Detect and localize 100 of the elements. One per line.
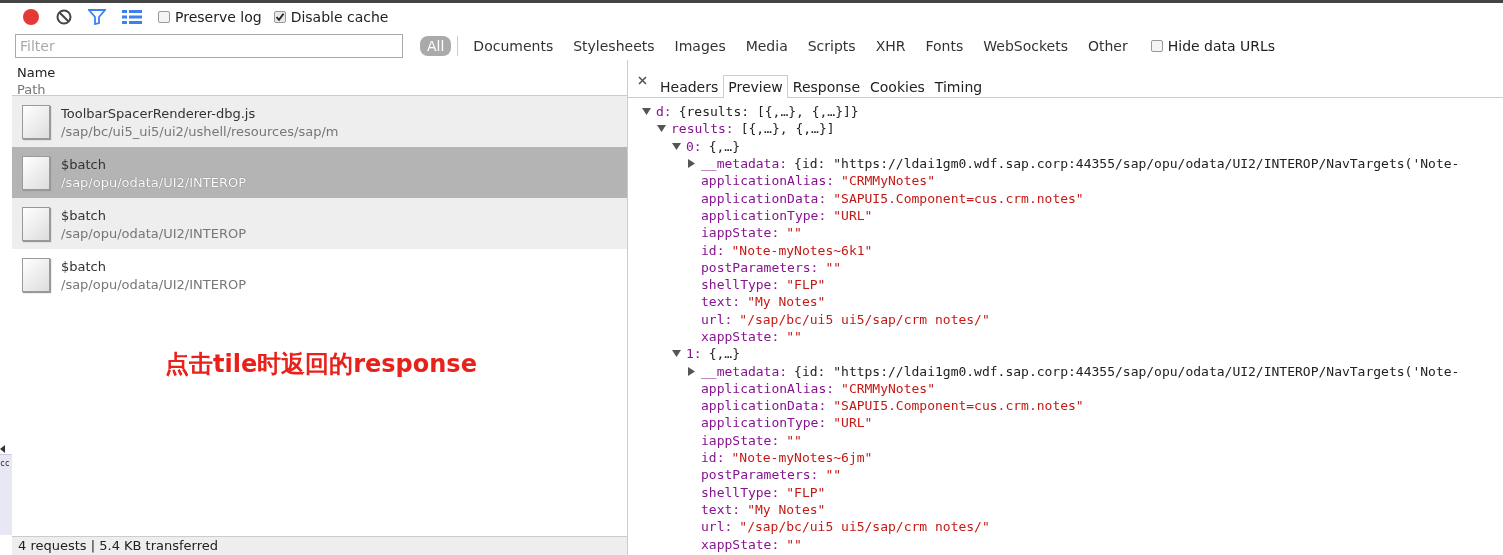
property-value: "URL"	[833, 207, 873, 223]
clear-icon[interactable]	[56, 9, 72, 25]
property-value: {,…}	[708, 346, 740, 362]
property-key: url:	[701, 311, 733, 327]
property-key: xappState:	[701, 536, 780, 552]
type-filter-tab[interactable]: Fonts	[918, 35, 971, 56]
property-key: xappState:	[701, 329, 780, 344]
detail-tab[interactable]: Timing	[929, 75, 988, 98]
disable-cache-label[interactable]: Disable cache	[290, 9, 389, 25]
property-key: 0:	[686, 138, 702, 154]
close-icon[interactable]	[638, 76, 647, 85]
column-subheader[interactable]: Path	[17, 81, 627, 98]
type-filter-tab[interactable]: Scripts	[800, 35, 863, 56]
type-filter-tab[interactable]: Images	[667, 35, 733, 56]
property-key: postParameters:	[701, 467, 819, 483]
detail-tab[interactable]: Headers	[655, 75, 724, 98]
request-name: $batch	[61, 258, 107, 276]
status-bar: 4 requests | 5.4 KB transferred	[12, 536, 627, 555]
property-value: "URL"	[833, 415, 873, 431]
checkbox[interactable]	[1150, 39, 1163, 52]
request-name: $batch	[61, 156, 107, 174]
property-key: id:	[701, 242, 725, 258]
type-filter-tab[interactable]: WebSockets	[976, 35, 1075, 56]
property-key: results:	[671, 121, 734, 137]
property-value: "My Notes"	[747, 501, 826, 517]
collapsed-triangle-icon[interactable]	[687, 159, 696, 169]
type-filter-tab[interactable]: Stylesheets	[566, 35, 662, 56]
property-value: {id: "https://ldai1gm0.wdf.sap.corp:44355/sap/opu/odata/UI2/INTEROP/NavTargets('Note-	[794, 156, 1460, 172]
detail-tab[interactable]: Response	[787, 75, 866, 98]
property-key: shellType:	[701, 277, 780, 293]
expanded-triangle-icon[interactable]	[672, 141, 681, 151]
property-key: __metadata:	[701, 363, 788, 379]
property-value: {id: "https://ldai1gm0.wdf.sap.corp:44355/sap/opu/odata/UI2/INTEROP/NavTargets('Note-	[794, 363, 1460, 379]
property-key: applicationAlias:	[701, 380, 835, 396]
property-value: "CRMMyNotes"	[841, 173, 935, 189]
filter-field[interactable]: Filter	[15, 33, 403, 58]
property-key: applicationData:	[701, 190, 827, 206]
property-key: 1:	[686, 346, 702, 362]
type-filter-tab[interactable]: Other	[1080, 35, 1135, 56]
property-value: {results: [{,…}, {,…}]}	[678, 104, 859, 120]
expanded-triangle-icon[interactable]	[657, 124, 666, 134]
property-value: "/sap/bc/ui5 ui5/sap/crm notes/"	[739, 519, 990, 535]
file-icon	[22, 206, 50, 241]
column-header[interactable]: Name	[17, 64, 627, 81]
property-value: "Note-myNotes~6k1"	[731, 242, 873, 258]
request-path: /sap/bc/ui5_ui5/ui2/ushell/resources/sap/m	[61, 124, 339, 139]
type-filter-tab[interactable]: Documents	[466, 35, 561, 56]
property-value: "My Notes"	[747, 294, 826, 310]
hide-data-urls-label[interactable]: Hide data URLs	[1167, 37, 1276, 54]
checkbox[interactable]	[273, 11, 286, 23]
expanded-triangle-icon[interactable]	[672, 349, 681, 359]
property-key: applicationType:	[701, 415, 827, 431]
property-key: url:	[701, 519, 733, 535]
property-value: "CRMMyNotes"	[841, 380, 935, 396]
request-name: ToolbarSpacerRenderer-dbg.js	[61, 105, 257, 123]
property-value: ""	[825, 259, 842, 275]
type-filter-tab[interactable]: Media	[738, 35, 795, 56]
record-icon[interactable]	[22, 8, 40, 26]
property-value: "FLP"	[786, 484, 826, 500]
property-key: applicationType:	[701, 207, 827, 223]
property-key: iappState:	[701, 225, 780, 241]
property-key: iappState:	[701, 432, 780, 448]
property-value: "/sap/bc/ui5 ui5/sap/crm notes/"	[739, 311, 990, 327]
collapsed-triangle-icon[interactable]	[687, 366, 696, 376]
annotation-text: 点击tile时返回的response	[165, 349, 477, 380]
property-key: shellType:	[701, 484, 780, 500]
property-key: __metadata:	[701, 156, 788, 172]
request-row[interactable]: $batch /sap/opu/odata/UI2/INTEROP	[12, 147, 627, 198]
detail-tab[interactable]: Cookies	[865, 75, 930, 98]
request-path: /sap/opu/odata/UI2/INTEROP	[61, 175, 246, 190]
detail-tab[interactable]: Preview	[723, 75, 788, 98]
filter-icon[interactable]	[88, 9, 106, 25]
window-fragment-text: cc	[0, 459, 11, 468]
list-view-icon[interactable]	[122, 10, 142, 24]
file-icon	[22, 104, 50, 139]
property-key: applicationAlias:	[701, 173, 835, 189]
property-key: postParameters:	[701, 259, 819, 275]
property-value: ""	[825, 467, 842, 483]
type-filter-tab[interactable]: XHR	[868, 35, 913, 56]
preserve-log-label[interactable]: Preserve log	[175, 9, 262, 25]
property-key: id:	[701, 450, 725, 466]
property-key: applicationData:	[701, 398, 827, 414]
property-value: "Note-myNotes~6jm"	[731, 450, 873, 466]
request-path: /sap/opu/odata/UI2/INTEROP	[61, 226, 246, 241]
file-icon	[22, 155, 50, 190]
property-value: ""	[786, 536, 802, 552]
property-value: "SAPUI5.Component=cus.crm.notes"	[833, 190, 1084, 206]
property-value: ""	[786, 432, 802, 448]
property-value: {,…}	[708, 138, 740, 154]
request-row[interactable]: $batch /sap/opu/odata/UI2/INTEROP	[12, 198, 627, 249]
file-icon	[22, 257, 50, 292]
property-value: [{,…}, {,…}]	[740, 121, 835, 137]
expanded-triangle-icon[interactable]	[642, 107, 651, 117]
checkbox[interactable]	[158, 11, 170, 23]
property-value: "SAPUI5.Component=cus.crm.notes"	[833, 398, 1084, 414]
property-value: ""	[786, 329, 802, 344]
request-name: $batch	[61, 207, 107, 225]
request-row[interactable]: ToolbarSpacerRenderer-dbg.js /sap/bc/ui5_ui5/ui2/ushell/resources/sap/m	[12, 96, 627, 147]
property-value: ""	[786, 225, 802, 241]
property-key: text:	[701, 501, 741, 517]
